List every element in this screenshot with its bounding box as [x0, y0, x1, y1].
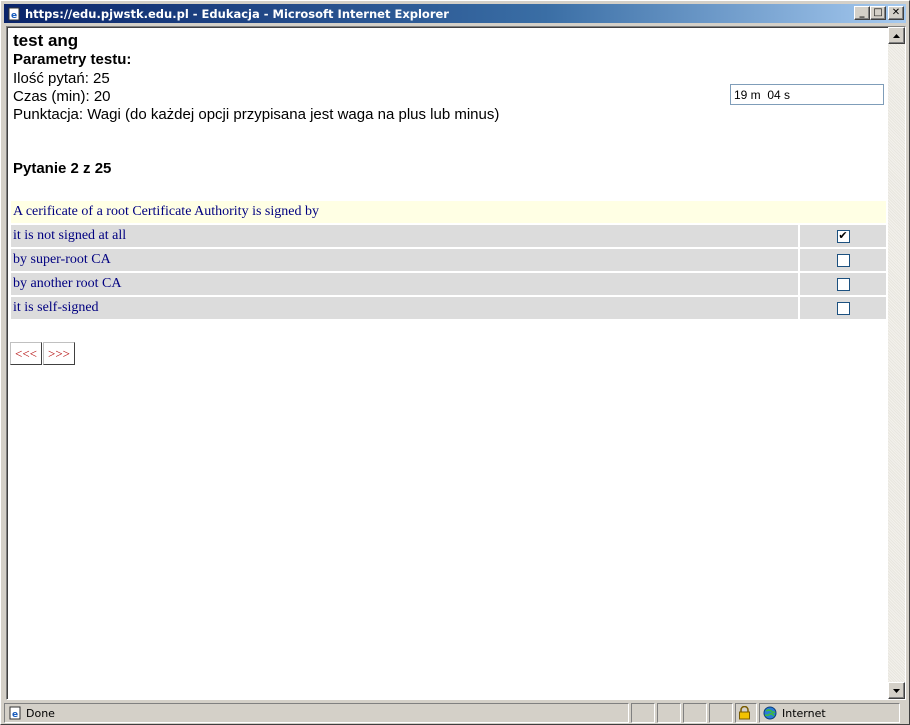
scroll-down-button[interactable] — [888, 682, 905, 699]
answer-checkbox[interactable] — [836, 301, 850, 315]
minimize-button[interactable]: _ — [854, 6, 870, 20]
status-pane — [657, 703, 681, 723]
window-title: https://edu.pjwstk.edu.pl - Edukacja - M… — [25, 6, 449, 21]
zone-cell: Internet — [759, 703, 900, 723]
time-limit: Czas (min): 20 — [13, 88, 111, 105]
arrow-up-icon — [893, 33, 900, 38]
answer-label: by super-root CA — [11, 249, 798, 271]
answer-row: it is self-signed — [11, 297, 886, 319]
browser-window: e https://edu.pjwstk.edu.pl - Edukacja -… — [0, 0, 910, 725]
question-nav: <<< >>> — [10, 342, 75, 365]
close-icon: ✕ — [891, 7, 901, 18]
question-text: A cerificate of a root Certificate Autho… — [11, 201, 886, 223]
timer-field[interactable] — [730, 84, 884, 105]
status-pane — [631, 703, 655, 723]
close-button[interactable]: ✕ — [888, 6, 904, 20]
security-lock-cell[interactable] — [735, 703, 757, 723]
next-question-button[interactable]: >>> — [43, 342, 75, 365]
question-count: Ilość pytań: 25 — [13, 70, 110, 87]
lock-icon — [739, 706, 750, 720]
scroll-up-button[interactable] — [888, 27, 905, 44]
svg-text:e: e — [11, 11, 17, 21]
test-title: test ang — [13, 31, 79, 50]
status-bar: e Done Internet — [4, 703, 908, 723]
status-pane — [683, 703, 707, 723]
title-bar[interactable]: e https://edu.pjwstk.edu.pl - Edukacja -… — [4, 4, 906, 23]
answer-row: it is not signed at all ✔ — [11, 225, 886, 247]
page-viewport: test ang Parametry testu: Ilość pytań: 2… — [6, 26, 906, 700]
answer-label: it is not signed at all — [11, 225, 798, 247]
maximize-button[interactable]: □ — [870, 6, 886, 20]
question-table: A cerificate of a root Certificate Autho… — [11, 201, 886, 319]
status-text: Done — [26, 706, 55, 720]
answer-label: it is self-signed — [11, 297, 798, 319]
status-text-cell: e Done — [4, 703, 629, 723]
params-heading: Parametry testu: — [13, 51, 132, 68]
page-content: test ang Parametry testu: Ilość pytań: 2… — [7, 27, 889, 699]
answer-label: by another root CA — [11, 273, 798, 295]
zone-label: Internet — [782, 706, 826, 720]
arrow-down-icon — [893, 688, 900, 693]
minimize-icon: _ — [859, 7, 865, 18]
ie-page-icon: e — [6, 6, 22, 22]
answer-row: by super-root CA — [11, 249, 886, 271]
svg-text:e: e — [12, 710, 18, 720]
prev-question-button[interactable]: <<< — [10, 342, 42, 365]
status-pane — [709, 703, 733, 723]
maximize-icon: □ — [873, 7, 883, 18]
question-number: Pytanie 2 z 25 — [13, 160, 112, 177]
page-done-icon: e — [9, 706, 21, 720]
vertical-scrollbar[interactable] — [888, 27, 905, 699]
answer-checkbox[interactable]: ✔ — [836, 229, 850, 243]
answer-checkbox[interactable] — [836, 277, 850, 291]
scoring-info: Punktacja: Wagi (do każdej opcji przypis… — [13, 106, 500, 123]
answer-checkbox[interactable] — [836, 253, 850, 267]
globe-icon — [763, 706, 777, 720]
answer-row: by another root CA — [11, 273, 886, 295]
